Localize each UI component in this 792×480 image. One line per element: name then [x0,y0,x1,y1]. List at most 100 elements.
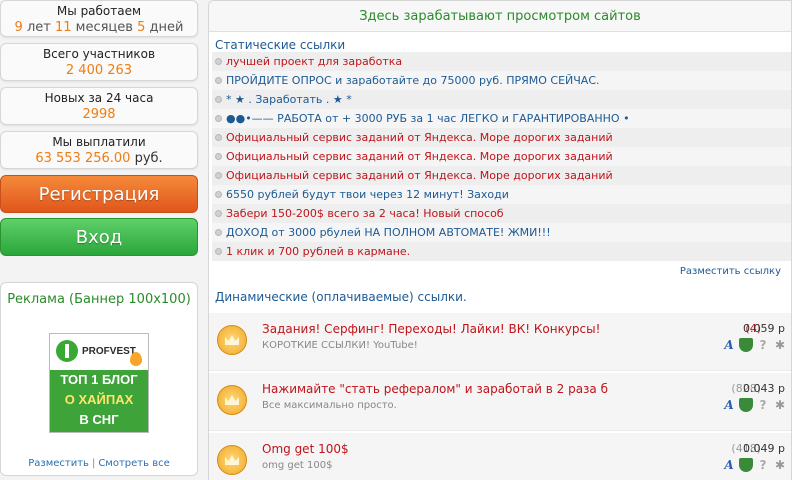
dynamic-links-title: Динамические (оплачиваемые) ссылки. [215,290,467,304]
dynamic-link-title[interactable]: Задания! Серфинг! Переходы! Лайки! ВК! К… [262,322,600,336]
dynamic-link-title[interactable]: Omg get 100$ [262,442,349,456]
static-link-row: Забери 150-200$ всего за 2 часа! Новый с… [212,204,791,223]
ad-box: Реклама (Баннер 100x100) PROFVEST ТОП 1 … [0,282,198,476]
static-links-title: Статические ссылки [215,38,346,52]
price: 0.059 р [743,322,785,335]
stat-label: Мы работаем [56,4,142,18]
dynamic-link-row: Нажимайте "стать рефералом" и заработай … [209,373,791,431]
ad-banner[interactable]: PROFVEST ТОП 1 БЛОГ О ХАЙПАХ В СНГ [49,333,149,433]
stat-value: 9 лет 11 месяцев 5 дней [14,20,184,35]
stat-paid-out: Мы выплатили 63 553 256.00 руб. [0,131,198,169]
font-a-icon[interactable]: A [722,338,736,352]
ad-place-link[interactable]: Разместить [28,458,89,469]
link-icons: A? ✱ [719,398,787,412]
dynamic-links-list: Задания! Серфинг! Переходы! Лайки! ВК! К… [209,313,791,480]
bullet-icon [215,58,222,65]
separator: | [91,458,96,469]
ad-title: Реклама (Баннер 100x100) [7,292,191,307]
stat-value: 63 553 256.00 руб. [35,151,163,166]
static-links-list: лучшей проект для заработка ПРОЙДИТЕ ОПРО… [209,52,791,261]
static-link-row: * ★ . Заработать . ★ * [212,90,791,109]
static-link-row: ПРОЙДИТЕ ОПРОС и заработайте до 75000 ру… [212,71,791,90]
static-link[interactable]: лучшей проект для заработка [226,55,402,68]
static-link[interactable]: ●●•—— РАБОТА от + 3000 РУБ за 1 час ЛЕГК… [226,112,630,125]
static-link[interactable]: 6550 рублей будут твои через 12 минут! З… [226,188,509,201]
static-link-row: лучшей проект для заработка [212,52,791,71]
banner-brand: PROFVEST [82,346,136,357]
place-link-link[interactable]: Разместить ссылку [209,261,791,281]
static-link-row: 1 клик и 700 рублей в кармане. [212,242,791,261]
static-link-row: ●●•—— РАБОТА от + 3000 РУБ за 1 час ЛЕГК… [212,109,791,128]
font-a-icon[interactable]: A [722,458,736,472]
stat-label: Мы выплатили [52,135,146,149]
static-link[interactable]: Официальный сервис заданий от Яндекса. М… [226,150,613,163]
banner-header: PROFVEST [50,334,148,370]
main-panel: Здесь зарабатывают просмотром сайтов Ста… [208,0,792,480]
static-link[interactable]: Забери 150-200$ всего за 2 часа! Новый с… [226,207,504,220]
ad-view-all-link[interactable]: Смотреть все [98,458,169,469]
static-link[interactable]: ПРОЙДИТЕ ОПРОС и заработайте до 75000 ру… [226,74,600,87]
dynamic-link-row: Задания! Серфинг! Переходы! Лайки! ВК! К… [209,313,791,371]
static-link[interactable]: Официальный сервис заданий от Яндекса. М… [226,131,613,144]
price: 0.043 р [743,382,785,395]
bug-icon[interactable]: ✱ [773,398,787,412]
question-icon[interactable]: ? [756,338,770,352]
bullet-icon [215,77,222,84]
banner-line: ТОП 1 БЛОГ [60,372,138,387]
banner-line: О ХАЙПАХ [64,392,134,407]
stat-total-members: Всего участников 2 400 263 [0,43,198,81]
dynamic-link-title[interactable]: Нажимайте "стать рефералом" и заработай … [262,382,608,396]
bug-icon[interactable]: ✱ [773,458,787,472]
shield-icon[interactable] [739,398,753,412]
static-link[interactable]: ДОХОД от 3000 рбулей НА ПОЛНОМ АВТОМАТЕ!… [226,226,551,239]
dynamic-link-subtitle: omg get 100$ [262,460,333,471]
stat-label: Всего участников [42,47,156,61]
static-link-row: ДОХОД от 3000 рбулей НА ПОЛНОМ АВТОМАТЕ!… [212,223,791,242]
ad-links: Разместить | Смотреть все [1,458,197,469]
bug-icon[interactable]: ✱ [773,338,787,352]
crown-icon [217,385,247,415]
page-title: Здесь зарабатывают просмотром сайтов [209,1,791,32]
static-link[interactable]: 1 клик и 700 рублей в кармане. [226,245,410,258]
stat-value: 2 400 263 [65,63,133,78]
profvest-logo-icon [56,340,78,362]
dynamic-link-row: Omg get 100$ omg get 100$ (418) 0.049 р A? ✱ [209,433,791,480]
bullet-icon [215,229,222,236]
login-button[interactable]: Вход [0,218,198,256]
static-link-row: Официальный сервис заданий от Яндекса. М… [212,147,791,166]
bullet-icon [215,115,222,122]
bullet-icon [215,172,222,179]
bullet-icon [215,191,222,198]
stat-new-24h: Новых за 24 часа 2998 [0,87,198,125]
flame-icon [130,352,142,366]
link-icons: A? ✱ [719,458,787,472]
crown-icon [217,445,247,475]
price: 0.049 р [743,442,785,455]
static-link[interactable]: * ★ . Заработать . ★ * [226,93,352,106]
link-icons: A? ✱ [719,338,787,352]
font-a-icon[interactable]: A [722,398,736,412]
bullet-icon [215,210,222,217]
banner-line: В СНГ [79,412,119,427]
bullet-icon [215,248,222,255]
dynamic-link-subtitle: КОРОТКИЕ ССЫЛКИ! YouTube! [262,340,418,351]
page: Мы работаем 9 лет 11 месяцев 5 дней Всег… [0,0,792,480]
bullet-icon [215,96,222,103]
static-link[interactable]: Официальный сервис заданий от Яндекса. М… [226,169,613,182]
bullet-icon [215,153,222,160]
dynamic-link-subtitle: Все максимально просто. [262,400,397,411]
stat-label: Новых за 24 часа [44,91,154,105]
static-link-row: Официальный сервис заданий от Яндекса. М… [212,166,791,185]
static-link-row: Официальный сервис заданий от Яндекса. М… [212,128,791,147]
shield-icon[interactable] [739,458,753,472]
register-button[interactable]: Регистрация [0,175,198,213]
question-icon[interactable]: ? [756,458,770,472]
static-link-row: 6550 рублей будут твои через 12 минут! З… [212,185,791,204]
bullet-icon [215,134,222,141]
shield-icon[interactable] [739,338,753,352]
stat-value: 2998 [82,107,116,122]
crown-icon [217,325,247,355]
question-icon[interactable]: ? [756,398,770,412]
stat-working-time: Мы работаем 9 лет 11 месяцев 5 дней [0,0,198,37]
left-sidebar: Мы работаем 9 лет 11 месяцев 5 дней Всег… [0,0,200,476]
